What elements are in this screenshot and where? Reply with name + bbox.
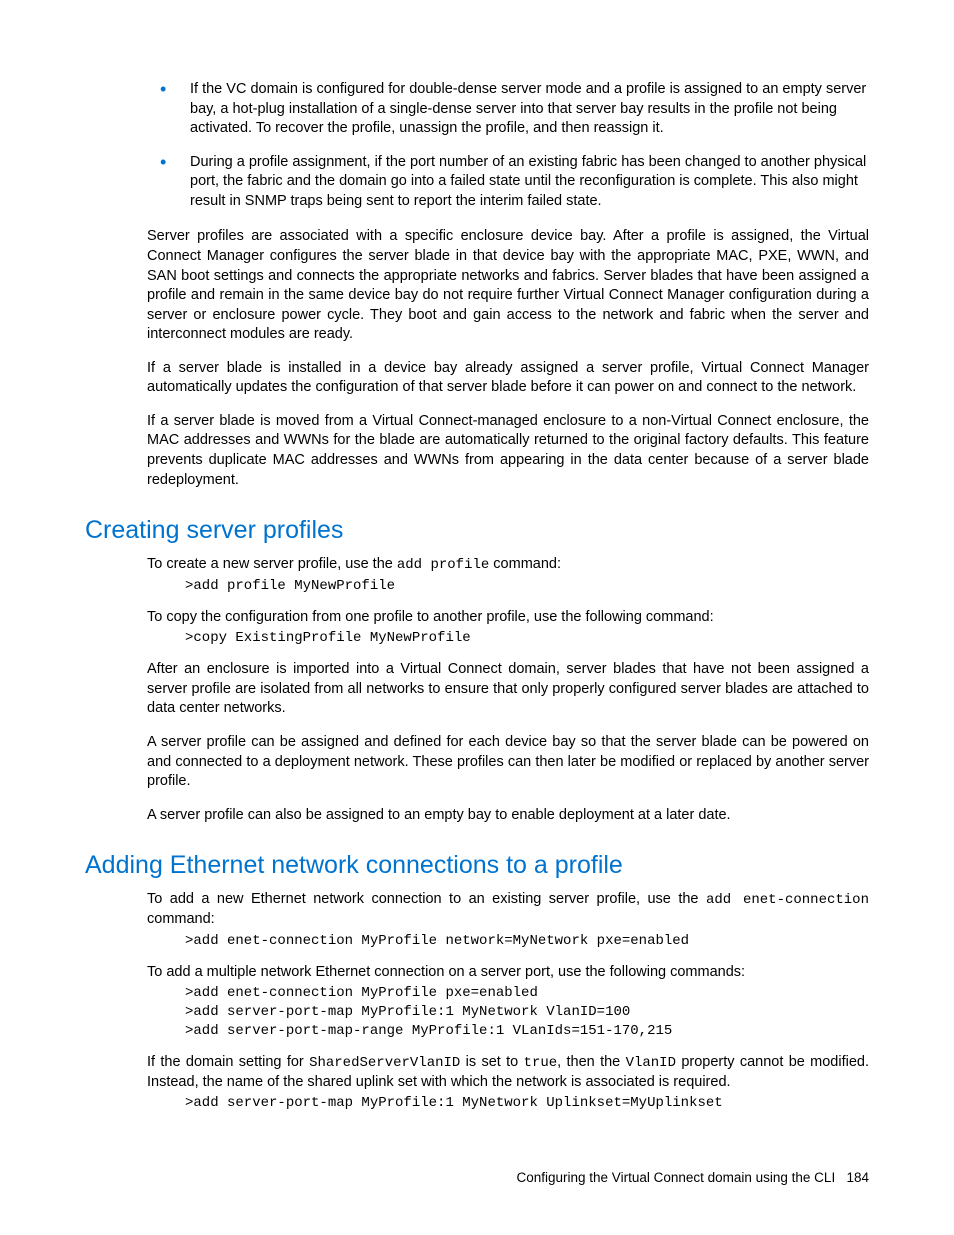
text: If the domain setting for [147, 1054, 309, 1070]
paragraph: To create a new server profile, use the … [147, 555, 869, 575]
command-block: >add enet-connection MyProfile network=M… [185, 932, 869, 951]
paragraph: After an enclosure is imported into a Vi… [147, 660, 869, 719]
bullet-item: During a profile assignment, if the port… [85, 153, 869, 212]
paragraph: To add a new Ethernet network connection… [147, 890, 869, 929]
paragraph: If a server blade is moved from a Virtua… [147, 412, 869, 490]
inline-code: VlanID [626, 1055, 676, 1071]
bullet-list: If the VC domain is configured for doubl… [85, 80, 869, 211]
command-block: >copy ExistingProfile MyNewProfile [185, 629, 869, 648]
inline-code: add profile [397, 557, 489, 573]
intro-body: Server profiles are associated with a sp… [147, 227, 869, 490]
inline-code: add enet-connection [706, 892, 869, 908]
text: command: [489, 556, 561, 572]
paragraph: A server profile can be assigned and def… [147, 733, 869, 792]
command-block: >add enet-connection MyProfile pxe=enabl… [185, 984, 869, 1041]
section2-body: To add a new Ethernet network connection… [147, 890, 869, 1113]
text: To add a new Ethernet network connection… [147, 891, 706, 907]
section-heading-creating-profiles: Creating server profiles [85, 516, 869, 545]
section-heading-ethernet: Adding Ethernet network connections to a… [85, 851, 869, 880]
text: To create a new server profile, use the [147, 556, 397, 572]
paragraph: Server profiles are associated with a sp… [147, 227, 869, 344]
bullet-item: If the VC domain is configured for doubl… [85, 80, 869, 139]
paragraph: To copy the configuration from one profi… [147, 608, 869, 628]
inline-code: true [524, 1055, 558, 1071]
paragraph: If a server blade is installed in a devi… [147, 359, 869, 398]
command-block: >add server-port-map MyProfile:1 MyNetwo… [185, 1094, 869, 1113]
footer-text: Configuring the Virtual Connect domain u… [517, 1170, 836, 1185]
page-content: If the VC domain is configured for doubl… [0, 0, 954, 1185]
section1-body: To create a new server profile, use the … [147, 555, 869, 825]
command-block: >add profile MyNewProfile [185, 577, 869, 596]
paragraph: A server profile can also be assigned to… [147, 806, 869, 826]
inline-code: SharedServerVlanID [309, 1055, 460, 1071]
text: , then the [557, 1054, 625, 1070]
text: is set to [460, 1054, 523, 1070]
page-footer: Configuring the Virtual Connect domain u… [517, 1170, 870, 1185]
page-number: 184 [846, 1170, 869, 1185]
text: command: [147, 911, 215, 927]
paragraph: To add a multiple network Ethernet conne… [147, 963, 869, 983]
paragraph: If the domain setting for SharedServerVl… [147, 1053, 869, 1092]
